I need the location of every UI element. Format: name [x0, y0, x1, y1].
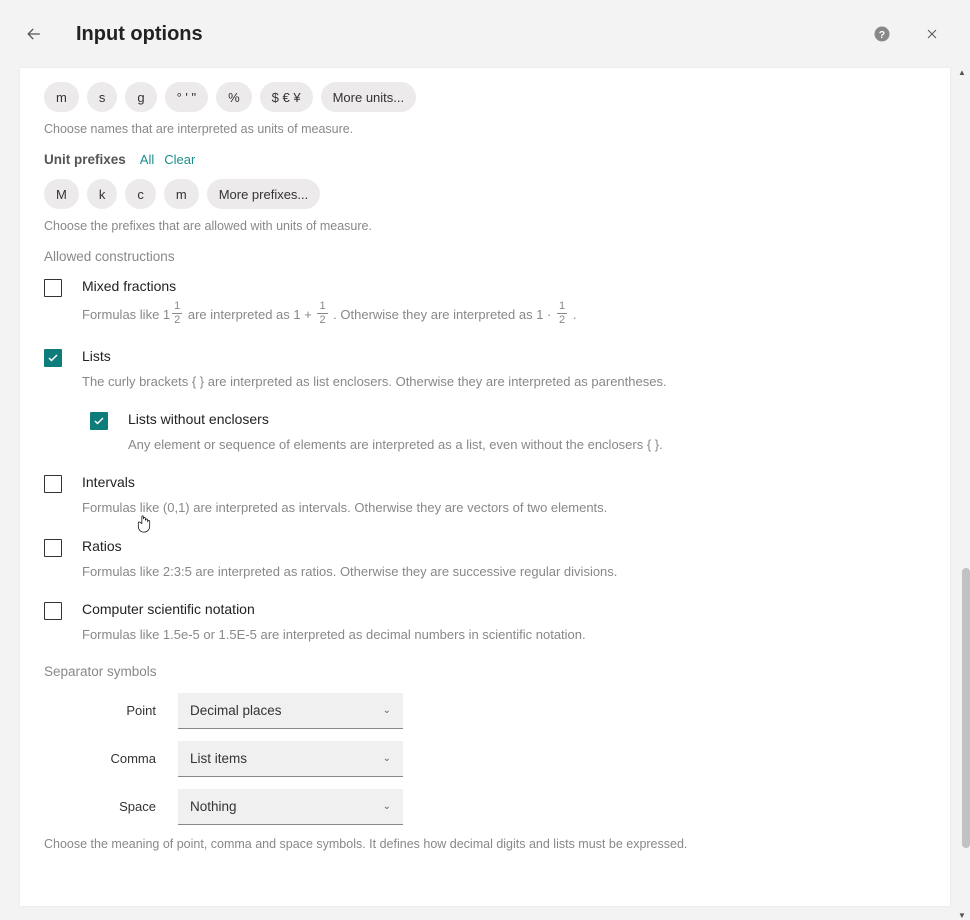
unit-chip-deg[interactable]: ° ' " — [165, 82, 209, 112]
lists-checkbox[interactable] — [44, 349, 62, 367]
unit-chip-more[interactable]: More units... — [321, 82, 417, 112]
unit-chip-g[interactable]: g — [125, 82, 156, 112]
csn-desc: Formulas like 1.5e-5 or 1.5E-5 are inter… — [82, 626, 926, 644]
lists-no-enclosers-checkbox[interactable] — [90, 412, 108, 430]
separators-helper: Choose the meaning of point, comma and s… — [44, 837, 926, 851]
mixed-fractions-row: Mixed fractions — [44, 278, 926, 297]
sep-select-comma[interactable]: List items ⌄ — [178, 741, 403, 777]
sep-label-point: Point — [86, 703, 156, 718]
csn-row: Computer scientific notation — [44, 601, 926, 620]
prefixes-clear-link[interactable]: Clear — [164, 152, 195, 167]
prefix-chips: M k c m More prefixes... — [44, 179, 926, 209]
unit-chip-percent[interactable]: % — [216, 82, 252, 112]
units-helper: Choose names that are interpreted as uni… — [44, 122, 926, 136]
unit-chip-m[interactable]: m — [44, 82, 79, 112]
lists-no-enclosers-row: Lists without enclosers — [90, 411, 926, 430]
mixed-fractions-checkbox[interactable] — [44, 279, 62, 297]
allowed-constructions-label: Allowed constructions — [44, 249, 926, 264]
dialog-panel: m s g ° ' " % $ € ¥ More units... Choose… — [20, 68, 950, 906]
sep-label-space: Space — [86, 799, 156, 814]
cursor-pointer-icon — [135, 515, 153, 538]
help-icon: ? — [873, 25, 891, 43]
chevron-down-icon: ⌄ — [383, 753, 391, 764]
prefixes-helper: Choose the prefixes that are allowed wit… — [44, 219, 926, 233]
close-button[interactable] — [922, 24, 942, 44]
prefix-chip-more[interactable]: More prefixes... — [207, 179, 321, 209]
dialog-header: Input options ? — [0, 0, 970, 68]
csn-label: Computer scientific notation — [82, 601, 255, 617]
ratios-desc: Formulas like 2:3:5 are interpreted as r… — [82, 563, 926, 581]
prefix-chip-M[interactable]: M — [44, 179, 79, 209]
scroll-up-arrow-icon[interactable]: ▲ — [958, 68, 966, 77]
sep-row-space: Space Nothing ⌄ — [86, 789, 926, 825]
prefixes-label-row: Unit prefixes All Clear — [44, 152, 926, 167]
mixed-fractions-label: Mixed fractions — [82, 278, 176, 294]
lists-no-enclosers-label: Lists without enclosers — [128, 411, 269, 427]
sep-select-point[interactable]: Decimal places ⌄ — [178, 693, 403, 729]
lists-label: Lists — [82, 348, 111, 364]
intervals-checkbox[interactable] — [44, 475, 62, 493]
sep-select-point-value: Decimal places — [190, 703, 282, 718]
lists-row: Lists — [44, 348, 926, 367]
dialog-title: Input options — [76, 23, 203, 46]
arrow-left-icon — [24, 24, 44, 44]
intervals-label: Intervals — [82, 474, 135, 490]
ratios-row: Ratios — [44, 538, 926, 557]
scrollbar-thumb[interactable] — [962, 568, 970, 848]
ratios-checkbox[interactable] — [44, 539, 62, 557]
sep-row-comma: Comma List items ⌄ — [86, 741, 926, 777]
sep-select-space[interactable]: Nothing ⌄ — [178, 789, 403, 825]
sep-select-space-value: Nothing — [190, 799, 237, 814]
lists-desc: The curly brackets { } are interpreted a… — [82, 373, 926, 391]
separator-symbols-label: Separator symbols — [44, 664, 926, 679]
prefix-chip-k[interactable]: k — [87, 179, 118, 209]
unit-chip-currency[interactable]: $ € ¥ — [260, 82, 313, 112]
svg-text:?: ? — [879, 29, 885, 41]
lists-no-enclosers-desc: Any element or sequence of elements are … — [128, 436, 926, 454]
chevron-down-icon: ⌄ — [383, 705, 391, 716]
intervals-desc: Formulas like (0,1) are interpreted as i… — [82, 499, 926, 517]
ratios-label: Ratios — [82, 538, 122, 554]
back-button[interactable] — [24, 24, 44, 44]
unit-chip-s[interactable]: s — [87, 82, 118, 112]
prefixes-label: Unit prefixes — [44, 152, 126, 167]
csn-checkbox[interactable] — [44, 602, 62, 620]
vertical-scrollbar[interactable]: ▲ ▼ — [956, 68, 970, 920]
sep-select-comma-value: List items — [190, 751, 247, 766]
prefix-chip-m[interactable]: m — [164, 179, 199, 209]
chevron-down-icon: ⌄ — [383, 801, 391, 812]
mixed-fractions-desc: Formulas like 112 are interpreted as 1 +… — [82, 303, 926, 328]
sep-row-point: Point Decimal places ⌄ — [86, 693, 926, 729]
prefixes-all-link[interactable]: All — [140, 152, 154, 167]
intervals-row: Intervals — [44, 474, 926, 493]
close-icon — [924, 26, 940, 42]
unit-chips: m s g ° ' " % $ € ¥ More units... — [44, 82, 926, 112]
sep-label-comma: Comma — [86, 751, 156, 766]
scroll-down-arrow-icon[interactable]: ▼ — [958, 911, 966, 920]
prefix-chip-c[interactable]: c — [125, 179, 156, 209]
help-button[interactable]: ? — [872, 24, 892, 44]
